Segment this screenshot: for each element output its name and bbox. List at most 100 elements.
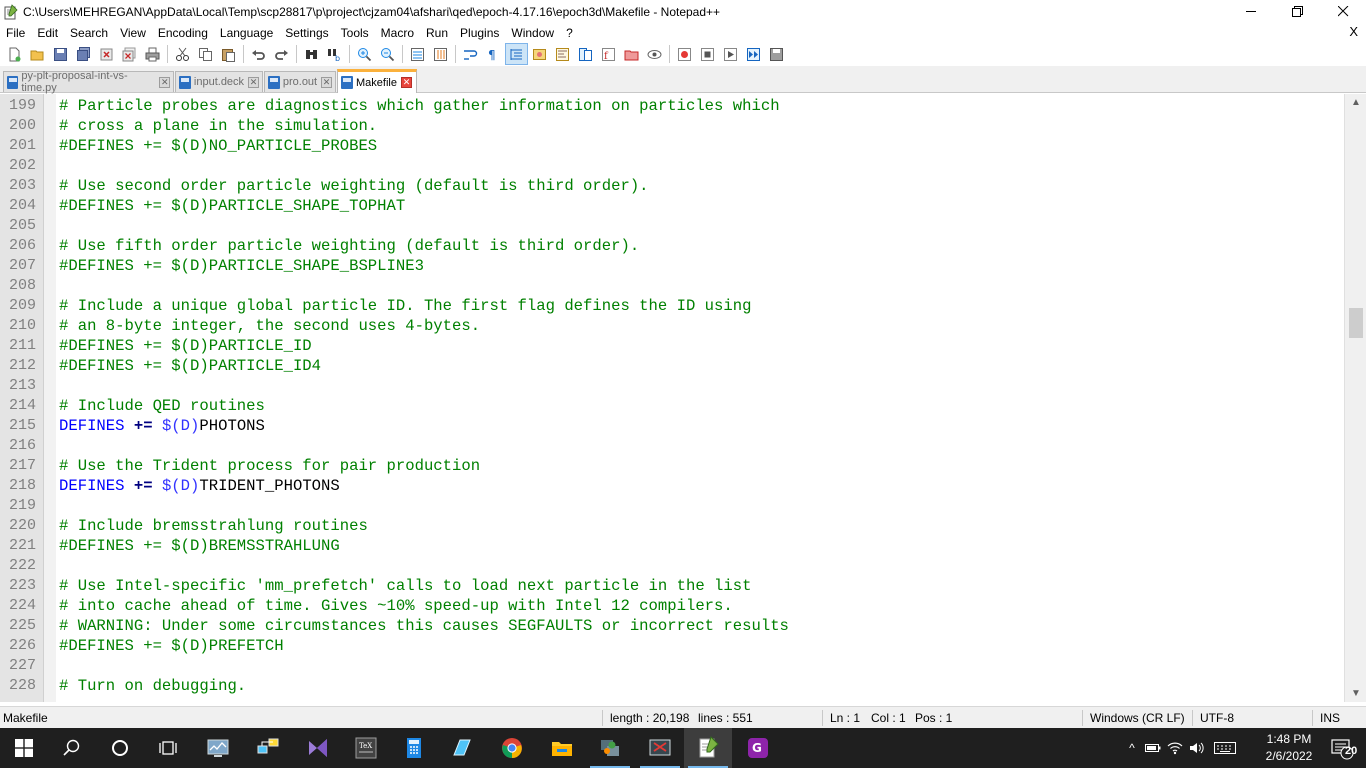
code-line[interactable]: 223 # Use Intel-specific 'mm_prefetch' ca… — [0, 576, 1344, 596]
code-line[interactable]: 204 #DEFINES += $(D)PARTICLE_SHAPE_TOPHAT — [0, 196, 1344, 216]
stop-macro-icon[interactable] — [696, 43, 719, 65]
clock[interactable]: 1:48 PM 2/6/2022 — [1259, 731, 1319, 765]
document-map-icon[interactable] — [551, 43, 574, 65]
code-line[interactable]: 220 # Include bremsstrahlung routines — [0, 516, 1344, 536]
code-editor[interactable]: 199 # Particle probes are diagnostics whi… — [0, 94, 1366, 702]
function-list-icon[interactable]: f — [597, 43, 620, 65]
code-line[interactable]: 221 #DEFINES += $(D)BREMSSTRAHLUNG — [0, 536, 1344, 556]
code-line[interactable]: 207 #DEFINES += $(D)PARTICLE_SHAPE_BSPLIN… — [0, 256, 1344, 276]
new-file-icon[interactable] — [3, 43, 26, 65]
menu-edit[interactable]: Edit — [31, 26, 64, 40]
code-line[interactable]: 211 #DEFINES += $(D)PARTICLE_ID — [0, 336, 1344, 356]
tab-input-deck[interactable]: input.deck ✕ — [175, 71, 263, 92]
code-line[interactable]: 216 — [0, 436, 1344, 456]
menu-macro[interactable]: Macro — [375, 26, 420, 40]
origin-graph-icon[interactable] — [438, 728, 486, 768]
status-encoding[interactable]: UTF-8 — [1200, 711, 1234, 725]
close-button[interactable] — [1320, 0, 1366, 23]
tab-makefile[interactable]: Makefile ✕ — [337, 69, 417, 93]
user-defined-language-icon[interactable] — [528, 43, 551, 65]
tab-py-plt-proposal[interactable]: py-plt-proposal-int-vs-time.py ✕ — [3, 70, 174, 94]
code-line[interactable]: 227 — [0, 656, 1344, 676]
word-wrap-icon[interactable] — [459, 43, 482, 65]
cortana-icon[interactable] — [96, 728, 144, 768]
code-line[interactable]: 215 DEFINES += $(D)PHOTONS — [0, 416, 1344, 436]
menu-view[interactable]: View — [114, 26, 152, 40]
notepad-plus-plus-taskbar-icon[interactable] — [684, 728, 732, 768]
zoom-out-icon[interactable] — [376, 43, 399, 65]
menu-search[interactable]: Search — [64, 26, 114, 40]
menu-file[interactable]: File — [0, 26, 31, 40]
code-line[interactable]: 217 # Use the Trident process for pair pr… — [0, 456, 1344, 476]
snipping-tool-icon[interactable] — [636, 728, 684, 768]
code-line[interactable]: 222 — [0, 556, 1344, 576]
winscp-icon[interactable] — [586, 728, 634, 768]
status-eol[interactable]: Windows (CR LF) — [1090, 711, 1185, 725]
open-file-icon[interactable] — [26, 43, 49, 65]
tab-pro-out[interactable]: pro.out ✕ — [264, 71, 336, 92]
code-line[interactable]: 201 #DEFINES += $(D)NO_PARTICLE_PROBES — [0, 136, 1344, 156]
paste-icon[interactable] — [217, 43, 240, 65]
tab-close-icon[interactable]: ✕ — [248, 76, 259, 88]
search-icon[interactable] — [48, 728, 96, 768]
file-explorer-icon[interactable] — [538, 728, 586, 768]
maximize-button[interactable] — [1274, 0, 1320, 23]
code-line[interactable]: 209 # Include a unique global particle ID… — [0, 296, 1344, 316]
pdf-editor-icon[interactable]: G — [734, 728, 782, 768]
code-line[interactable]: 212 #DEFINES += $(D)PARTICLE_ID4 — [0, 356, 1344, 376]
notification-center-button[interactable]: 20 — [1318, 728, 1366, 768]
menu-help[interactable]: ? — [560, 26, 579, 40]
code-line[interactable]: 208 — [0, 276, 1344, 296]
save-macro-icon[interactable] — [765, 43, 788, 65]
folder-as-workspace-icon[interactable] — [620, 43, 643, 65]
show-all-characters-icon[interactable]: ¶ — [482, 43, 505, 65]
vertical-scrollbar[interactable]: ▲ ▼ — [1344, 94, 1366, 702]
chrome-icon[interactable] — [488, 728, 536, 768]
run-macro-multiple-icon[interactable] — [742, 43, 765, 65]
code-line[interactable]: 200 # cross a plane in the simulation. — [0, 116, 1344, 136]
sync-vertical-icon[interactable] — [406, 43, 429, 65]
menu-language[interactable]: Language — [214, 26, 279, 40]
record-macro-icon[interactable] — [673, 43, 696, 65]
code-line[interactable]: 224 # into cache ahead of time. Gives ~10… — [0, 596, 1344, 616]
task-view-icon[interactable] — [144, 728, 192, 768]
menu-plugins[interactable]: Plugins — [454, 26, 505, 40]
code-line[interactable]: 210 # an 8-byte integer, the second uses … — [0, 316, 1344, 336]
close-all-icon[interactable] — [118, 43, 141, 65]
print-icon[interactable] — [141, 43, 164, 65]
tex-editor-icon[interactable]: TeX — [342, 728, 390, 768]
volume-icon[interactable] — [1186, 741, 1208, 755]
save-all-icon[interactable] — [72, 43, 95, 65]
save-icon[interactable] — [49, 43, 72, 65]
status-insert-mode[interactable]: INS — [1320, 711, 1340, 725]
code-line[interactable]: 205 — [0, 216, 1344, 236]
document-list-icon[interactable] — [574, 43, 597, 65]
code-line[interactable]: 214 # Include QED routines — [0, 396, 1344, 416]
code-line[interactable]: 202 — [0, 156, 1344, 176]
keyboard-icon[interactable] — [1208, 742, 1242, 754]
minimize-button[interactable] — [1228, 0, 1274, 23]
code-line[interactable]: 226 #DEFINES += $(D)PREFETCH — [0, 636, 1344, 656]
code-line[interactable]: 206 # Use fifth order particle weighting … — [0, 236, 1344, 256]
control-panel-icon[interactable] — [194, 728, 242, 768]
tray-chevron-icon[interactable]: ^ — [1122, 741, 1142, 755]
code-line[interactable]: 213 — [0, 376, 1344, 396]
close-document-button[interactable]: X — [1349, 24, 1358, 39]
scrollbar-thumb[interactable] — [1349, 308, 1363, 338]
scroll-down-icon[interactable]: ▼ — [1345, 685, 1366, 702]
wifi-icon[interactable] — [1164, 741, 1186, 755]
menu-settings[interactable]: Settings — [279, 26, 334, 40]
code-line[interactable]: 219 — [0, 496, 1344, 516]
code-line[interactable]: 199 # Particle probes are diagnostics whi… — [0, 96, 1344, 116]
code-line[interactable]: 218 DEFINES += $(D)TRIDENT_PHOTONS — [0, 476, 1344, 496]
menu-run[interactable]: Run — [420, 26, 454, 40]
play-macro-icon[interactable] — [719, 43, 742, 65]
monitoring-eye-icon[interactable] — [643, 43, 666, 65]
start-button[interactable] — [0, 728, 48, 768]
replace-icon[interactable]: b — [323, 43, 346, 65]
menu-encoding[interactable]: Encoding — [152, 26, 214, 40]
tab-close-icon[interactable]: ✕ — [321, 76, 332, 88]
code-line[interactable]: 225 # WARNING: Under some circumstances t… — [0, 616, 1344, 636]
copy-icon[interactable] — [194, 43, 217, 65]
cut-icon[interactable] — [171, 43, 194, 65]
